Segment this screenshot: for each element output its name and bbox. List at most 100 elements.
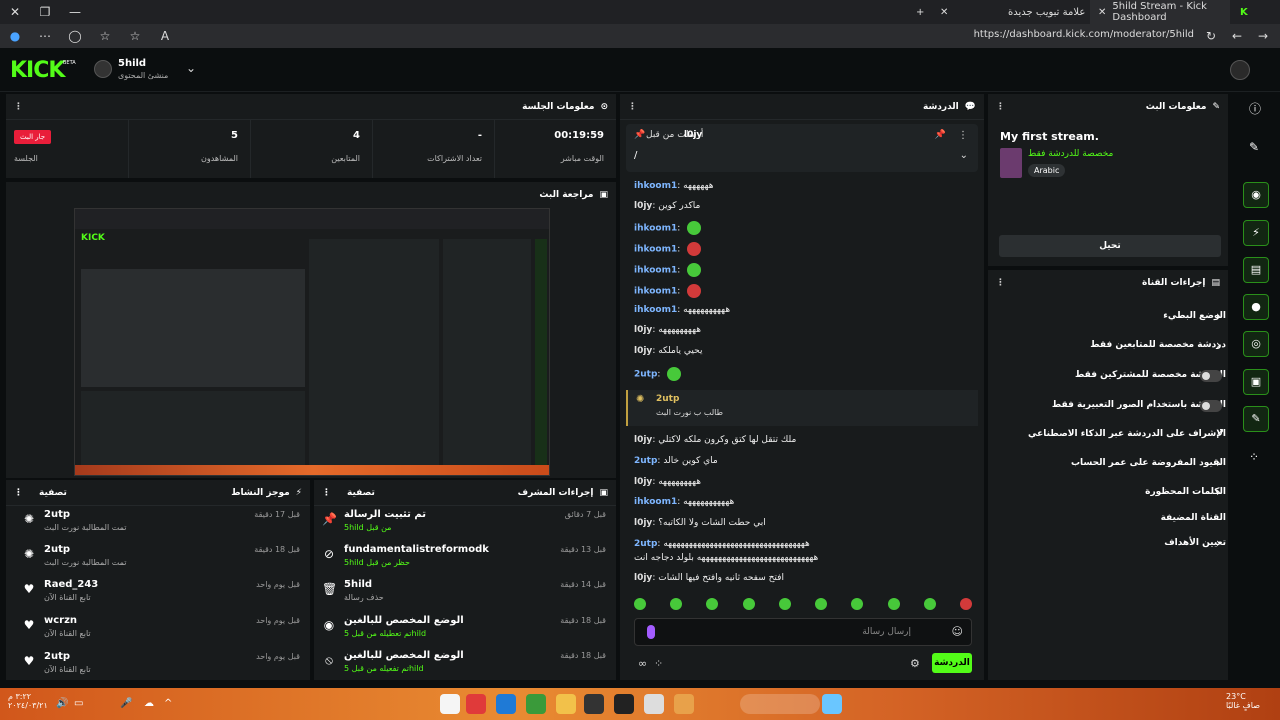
chat-user[interactable]: 2utp (634, 539, 657, 549)
close-tab-icon[interactable]: ✕ (1098, 7, 1106, 18)
chat-user[interactable]: l0jy (634, 477, 652, 487)
emote-icon[interactable] (778, 598, 791, 610)
chat-user[interactable]: ihkoom1 (634, 497, 677, 507)
action-ai-moderation[interactable]: الإشراف على الدردشة عبر الذكاء الاصطناعي… (990, 423, 1230, 449)
action-slow-mode[interactable]: الوضع البطيء › (990, 305, 1230, 331)
layout-icon[interactable]: ▣ (1243, 369, 1269, 395)
action-banned-words[interactable]: الكلمات المحظورة › (990, 481, 1230, 507)
new-tab-icon[interactable]: + (908, 0, 932, 24)
forward-icon[interactable]: → (1248, 24, 1278, 48)
stream-category[interactable]: مخصصة للدردشة فقط (1028, 149, 1113, 159)
weather-widget[interactable]: 23°C صافٍ غالبًا (1226, 692, 1260, 710)
read-aloud-icon[interactable]: A (150, 24, 180, 48)
feed-user[interactable]: 2utp (44, 509, 70, 520)
emote-icon[interactable] (670, 598, 683, 610)
speaker-icon[interactable]: 🔊 (56, 698, 68, 709)
mod-filter-button[interactable]: تصفية (347, 488, 375, 498)
mod-menu-icon[interactable]: ⋮ (322, 488, 331, 498)
restore-window-icon[interactable]: ❐ (30, 0, 60, 24)
chat-user[interactable]: ihkoom1 (634, 305, 677, 315)
wrench-icon[interactable]: ✎ (1243, 406, 1269, 432)
session-menu-icon[interactable]: ⋮ (14, 102, 23, 112)
chat-user[interactable]: l0jy (634, 325, 652, 335)
chat-input[interactable]: إرسال رسالة ☺ (634, 618, 972, 646)
edge-icon[interactable] (496, 694, 516, 714)
chat-user[interactable]: l0jy (634, 346, 652, 356)
gear-icon[interactable]: ⚙ (910, 657, 920, 670)
chat-user[interactable]: 2utp (634, 370, 657, 380)
app-icon[interactable] (584, 694, 604, 714)
tab-dashboard[interactable]: ✕ 5hild Stream - Kick Dashboard (1090, 0, 1230, 24)
app-icon[interactable] (466, 694, 486, 714)
widgets-icon[interactable] (822, 694, 842, 714)
chat-user[interactable]: l0jy (634, 573, 652, 583)
emoji-icon[interactable]: ☺ (952, 625, 963, 638)
action-set-goals[interactable]: تعيين الأهداف › (990, 532, 1230, 558)
chat-user[interactable]: l0jy (634, 518, 652, 528)
redemption-user[interactable]: 2utp (656, 394, 679, 404)
favorite-icon[interactable]: ☆ (120, 24, 150, 48)
chat-menu-icon[interactable]: ⋮ (628, 102, 637, 112)
info-icon[interactable]: ⓘ (1249, 100, 1261, 117)
emote-icon[interactable] (887, 598, 900, 610)
app-icon[interactable] (674, 694, 694, 714)
chat-user[interactable]: l0jy (634, 201, 652, 211)
action-account-age[interactable]: القيود المفروضة على عمر الحساب › (990, 452, 1230, 478)
kick-logo[interactable]: KICK (10, 58, 65, 83)
pinned-user[interactable]: l0jy (684, 130, 702, 140)
points-icon[interactable]: ⁘ (654, 657, 663, 670)
chevron-up-icon[interactable]: ^ (164, 698, 172, 709)
action-host-channel[interactable]: القناة المضيفة (990, 507, 1230, 533)
monitor-icon[interactable]: ▭ (74, 698, 83, 709)
feed-user[interactable]: Raed_243 (44, 579, 98, 590)
emote-icon[interactable] (742, 598, 755, 610)
chat-bubble-icon[interactable]: ● (1243, 294, 1269, 320)
app-icon[interactable] (644, 694, 664, 714)
chat-send-button[interactable]: الدردشة (932, 653, 972, 673)
clock[interactable]: ٣:٢٢ م ٢٠٢٤/٠٣/٢١ (8, 692, 48, 710)
xbox-icon[interactable] (526, 694, 546, 714)
feed-user[interactable]: 2utp (44, 544, 70, 555)
emote-icon[interactable] (634, 598, 646, 610)
edit-stream-button[interactable]: تحيل (999, 235, 1221, 257)
close-window-icon[interactable]: ✕ (0, 0, 30, 24)
mod-action-name[interactable]: fundamentalistreformodk (344, 544, 489, 555)
minimize-window-icon[interactable]: — (60, 0, 90, 24)
unpin-icon[interactable]: 📌 (935, 130, 946, 140)
folder-icon[interactable] (556, 694, 576, 714)
camera-icon[interactable]: ◉ (1243, 182, 1269, 208)
pencil-icon[interactable]: ✎ (1249, 140, 1259, 154)
app-icon[interactable] (440, 694, 460, 714)
emotes-only-toggle[interactable] (1200, 400, 1222, 412)
chat-user[interactable]: l0jy (634, 435, 652, 445)
chat-user[interactable]: ihkoom1 (634, 181, 677, 191)
stream-info-menu-icon[interactable]: ⋮ (996, 102, 1005, 112)
profile-icon[interactable]: ◯ (60, 24, 90, 48)
subscribers-only-toggle[interactable] (1200, 370, 1222, 382)
taskbar-search[interactable] (740, 694, 820, 714)
document-icon[interactable]: ▤ (1243, 257, 1269, 283)
emote-icon[interactable] (923, 598, 936, 610)
close-tab-icon[interactable]: ✕ (932, 0, 956, 24)
activity-menu-icon[interactable]: ⋮ (14, 488, 23, 498)
broadcast-icon[interactable]: ◎ (1243, 331, 1269, 357)
user-avatar[interactable] (1230, 60, 1250, 80)
emote-icon[interactable] (815, 598, 828, 610)
lightning-icon[interactable]: ⚡ (1243, 220, 1269, 246)
stream-preview-video[interactable]: KICK (74, 208, 550, 476)
activity-filter-button[interactable]: تصفية (39, 488, 67, 498)
action-followers-only[interactable]: دردشة مخصصة للمتابعين فقط › (990, 334, 1230, 360)
feed-user[interactable]: wcrzn (44, 615, 77, 626)
chat-user[interactable]: ihkoom1 (634, 224, 677, 234)
emote-icon[interactable] (706, 598, 719, 610)
emote-icon[interactable] (851, 598, 864, 610)
chat-user[interactable]: ihkoom1 (634, 287, 677, 297)
url-text[interactable]: https://dashboard.kick.com/moderator/5hi… (974, 29, 1194, 40)
channel-actions-menu-icon[interactable]: ⋮ (996, 278, 1005, 288)
collections-icon[interactable]: ☆ (90, 24, 120, 48)
app-icon[interactable] (614, 694, 634, 714)
microphone-icon[interactable] (647, 625, 655, 639)
pinned-menu-icon[interactable]: ⋮ (958, 130, 968, 141)
more-icon[interactable]: ⋯ (30, 24, 60, 48)
chevron-down-icon[interactable]: ⌄ (186, 61, 196, 75)
